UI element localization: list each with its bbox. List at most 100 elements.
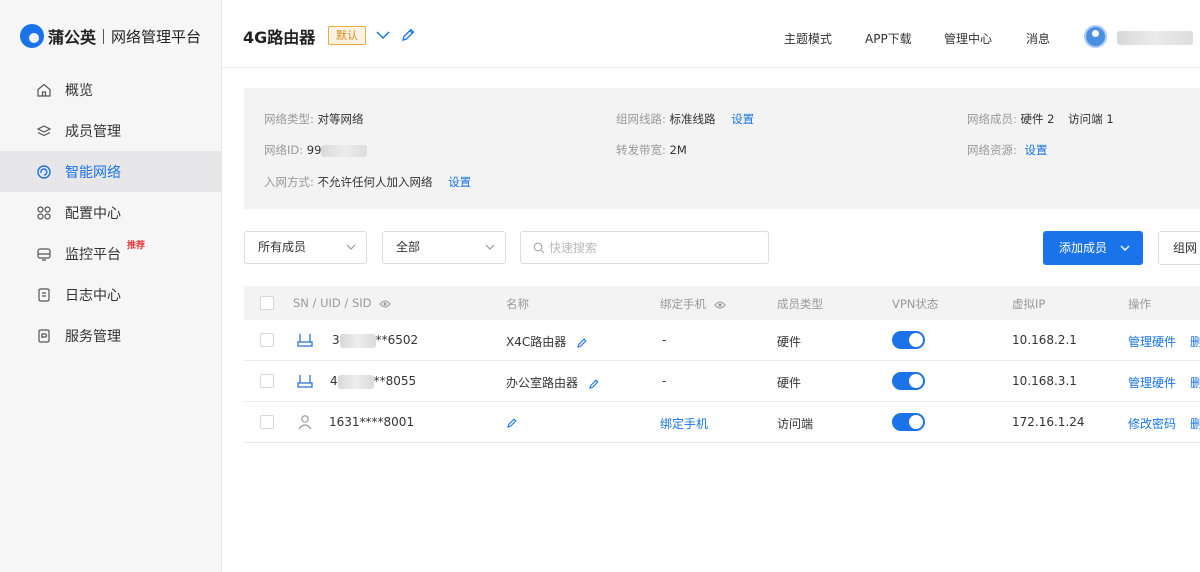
- col-vpn: VPN状态: [892, 297, 939, 311]
- brand-logo-icon: [20, 24, 44, 48]
- home-icon: [37, 83, 51, 97]
- recommend-badge: 推荐: [127, 241, 146, 251]
- device-name: X4C路由器: [506, 333, 588, 350]
- router-icon: [297, 375, 313, 388]
- col-name: 名称: [506, 297, 529, 311]
- device-id: 1631****8001: [329, 415, 415, 429]
- status-filter-select[interactable]: 全部: [382, 231, 506, 264]
- app-download-link[interactable]: APP下载: [865, 30, 912, 47]
- sidebar-item-label: 配置中心: [65, 205, 121, 222]
- top-header: 4G路由器 默认 主题模式 APP下载 管理中心 消息: [222, 0, 1200, 68]
- management-center-link[interactable]: 管理中心: [944, 30, 992, 47]
- virtual-ip: 172.16.1.24: [1012, 415, 1085, 429]
- members-hardware-count: 硬件 2: [1020, 112, 1055, 126]
- col-phone: 绑定手机: [660, 296, 726, 312]
- add-member-button[interactable]: 添加成员: [1043, 231, 1143, 265]
- routing-settings-link[interactable]: 设置: [731, 112, 754, 126]
- delete-link[interactable]: 删: [1190, 415, 1200, 432]
- members-visitor-count: 访问端 1: [1068, 112, 1114, 126]
- member-type: 硬件: [777, 376, 802, 390]
- row-checkbox[interactable]: [260, 374, 274, 388]
- vpn-toggle[interactable]: [892, 372, 925, 390]
- network-button[interactable]: 组网: [1158, 231, 1200, 265]
- sidebar-item-label: 服务管理: [65, 328, 121, 345]
- routing-row: 组网线路: 标准线路 设置: [616, 112, 755, 126]
- sidebar-item-label: 监控平台: [65, 246, 121, 263]
- sidebar-nav: 概览 成员管理 智能网络 配置中心 监控平台 推荐 日志中心 服务管理: [0, 69, 222, 356]
- col-sn: SN / UID / SID: [293, 296, 391, 310]
- sidebar-item-members[interactable]: 成员管理: [0, 110, 222, 151]
- username-redacted[interactable]: [1117, 31, 1193, 45]
- eye-icon[interactable]: [714, 300, 726, 310]
- join-method-row: 入网方式: 不允许任何人加入网络 设置: [264, 175, 472, 189]
- brand-name: 蒲公英: [48, 28, 97, 47]
- chevron-down-icon: [485, 244, 495, 250]
- messages-link[interactable]: 消息: [1026, 30, 1050, 47]
- bind-phone-link[interactable]: 绑定手机: [660, 415, 708, 432]
- row-checkbox[interactable]: [260, 415, 274, 429]
- logo[interactable]: 蒲公英 网络管理平台: [20, 22, 201, 50]
- table-header: SN / UID / SID 名称 绑定手机 成员类型 VPN状态 虚拟IP 操…: [244, 286, 1200, 320]
- manage-hardware-link[interactable]: 管理硬件: [1128, 333, 1176, 350]
- sidebar-item-config[interactable]: 配置中心: [0, 192, 222, 233]
- search-box[interactable]: [520, 231, 769, 264]
- sidebar-item-label: 智能网络: [65, 164, 121, 181]
- search-input[interactable]: [549, 239, 759, 257]
- routing-value: 标准线路: [669, 112, 716, 126]
- id-redacted: [337, 374, 374, 389]
- delete-link[interactable]: 删: [1190, 374, 1200, 391]
- log-icon: [38, 287, 50, 302]
- network-id-row: 网络ID: 99: [264, 142, 368, 158]
- edit-icon[interactable]: [588, 378, 600, 390]
- chevron-down-icon: [1120, 245, 1130, 251]
- avatar[interactable]: [1084, 25, 1107, 48]
- sidebar-item-logs[interactable]: 日志中心: [0, 274, 222, 315]
- select-all-checkbox[interactable]: [260, 296, 274, 310]
- table-row: 4 **8055 办公室路由器 - 硬件 10.168.3.1 管理硬件 删: [244, 361, 1200, 402]
- join-method-value: 不允许任何人加入网络: [317, 175, 433, 189]
- col-actions: 操作: [1128, 297, 1151, 311]
- resources-row: 网络资源: 设置: [967, 143, 1048, 157]
- monitor-icon: [37, 247, 51, 261]
- bandwidth-row: 转发带宽: 2M: [616, 143, 687, 157]
- change-password-link[interactable]: 修改密码: [1128, 415, 1176, 432]
- table-row: 1631****8001 绑定手机 访问端 172.16.1.24 修改密码 删: [244, 402, 1200, 443]
- default-tag: 默认: [328, 26, 366, 45]
- sidebar-item-overview[interactable]: 概览: [0, 69, 222, 110]
- sidebar: 蒲公英 网络管理平台 概览 成员管理 智能网络 配置中心 监控平台 推荐 日志中…: [0, 0, 222, 572]
- table-row: 3 **6502 X4C路由器 - 硬件 10.168.2.1 管理硬件 删: [244, 320, 1200, 361]
- device-id: 3 **6502: [332, 333, 419, 348]
- network-type-value: 对等网络: [317, 112, 364, 126]
- join-method-settings-link[interactable]: 设置: [448, 175, 471, 189]
- device-name: [506, 415, 518, 429]
- member-filter-select[interactable]: 所有成员: [244, 231, 367, 264]
- chevron-down-icon[interactable]: [374, 26, 392, 44]
- vpn-toggle[interactable]: [892, 413, 925, 431]
- chevron-down-icon: [346, 244, 356, 250]
- edit-icon[interactable]: [576, 337, 588, 349]
- vpn-toggle[interactable]: [892, 331, 925, 349]
- resources-settings-link[interactable]: 设置: [1025, 143, 1048, 157]
- network-swirl-icon: [37, 164, 51, 179]
- sidebar-item-smart-network[interactable]: 智能网络: [0, 151, 222, 192]
- col-ip: 虚拟IP: [1012, 297, 1046, 311]
- theme-mode-link[interactable]: 主题模式: [784, 30, 832, 47]
- device-name: 办公室路由器: [506, 374, 600, 391]
- eye-icon[interactable]: [379, 299, 391, 309]
- edit-icon[interactable]: [400, 27, 416, 43]
- page-title: 4G路由器: [243, 28, 316, 47]
- virtual-ip: 10.168.3.1: [1012, 374, 1077, 388]
- sidebar-item-label: 成员管理: [65, 123, 121, 140]
- virtual-ip: 10.168.2.1: [1012, 333, 1077, 347]
- delete-link[interactable]: 删: [1190, 333, 1200, 350]
- sidebar-item-monitor[interactable]: 监控平台 推荐: [0, 233, 222, 274]
- sidebar-item-services[interactable]: 服务管理: [0, 315, 222, 356]
- search-icon: [533, 242, 545, 254]
- edit-icon[interactable]: [506, 417, 518, 429]
- user-icon: [298, 415, 312, 430]
- col-type: 成员类型: [777, 297, 823, 311]
- manage-hardware-link[interactable]: 管理硬件: [1128, 374, 1176, 391]
- row-checkbox[interactable]: [260, 333, 274, 347]
- network-type-row: 网络类型: 对等网络: [264, 112, 364, 126]
- bound-phone: -: [662, 333, 667, 347]
